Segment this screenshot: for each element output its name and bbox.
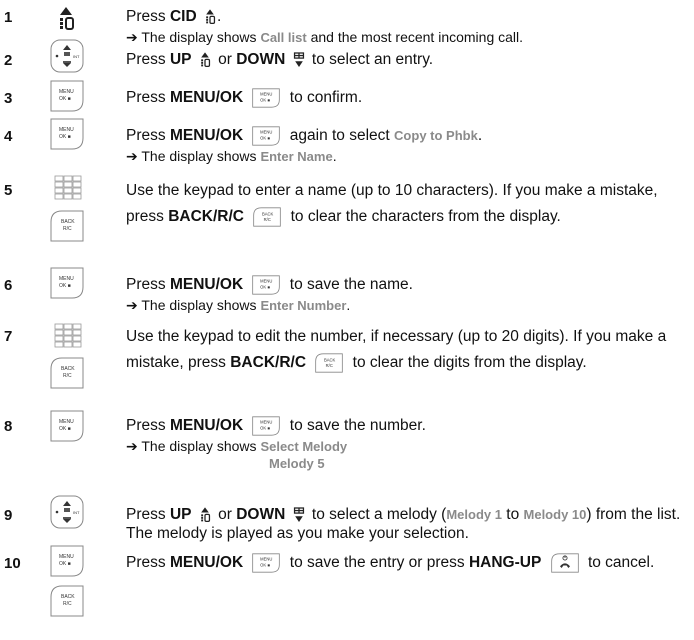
step-number: 3 — [4, 90, 13, 107]
up-icon — [198, 506, 212, 524]
svg-text:OK ■: OK ■ — [261, 284, 271, 289]
step-number: 7 — [4, 328, 13, 345]
step-9-text: Press UP or DOWN to select a melody (Mel… — [126, 506, 681, 542]
up-icon — [198, 51, 212, 69]
keypad-icon — [54, 175, 82, 201]
svg-text:OK ■: OK ■ — [261, 562, 271, 567]
svg-text:OK ■: OK ■ — [59, 134, 71, 140]
svg-text:OK ■: OK ■ — [59, 96, 71, 102]
step-number: 10 — [4, 555, 21, 572]
svg-text:MENU: MENU — [261, 557, 273, 562]
svg-text:R/C: R/C — [63, 226, 72, 232]
navigation-key-icon: INT — [50, 495, 84, 529]
svg-text:MENU: MENU — [261, 92, 273, 97]
svg-text:OK ■: OK ■ — [59, 283, 71, 289]
svg-text:R/C: R/C — [63, 601, 72, 607]
menu-ok-key-icon: MENU OK ■ — [50, 267, 84, 299]
svg-text:BACK: BACK — [262, 211, 274, 216]
hang-up-key-icon — [550, 553, 580, 573]
menu-ok-key-icon: MENU OK ■ — [251, 275, 281, 295]
svg-text:MENU: MENU — [261, 130, 273, 135]
cid-icon — [55, 6, 77, 32]
svg-text:R/C: R/C — [63, 373, 72, 379]
arrow-icon: ➔ — [126, 148, 138, 165]
back-key-icon: BACK R/C — [50, 357, 84, 389]
step-number: 4 — [4, 128, 13, 145]
svg-text:INT: INT — [73, 510, 80, 515]
navigation-key-icon: INT — [50, 39, 84, 73]
step-number: 2 — [4, 52, 13, 69]
menu-ok-key-icon: MENU OK ■ — [50, 410, 84, 442]
step-7-text: Use the keypad to edit the number, if ne… — [126, 328, 667, 373]
cid-icon — [203, 8, 217, 26]
svg-text:OK ■: OK ■ — [59, 426, 71, 432]
step-6-text: Press MENU/OK MENU OK ■ to save the name.… — [126, 275, 413, 314]
svg-text:BACK: BACK — [324, 357, 336, 362]
menu-ok-key-icon: MENU OK ■ — [50, 80, 84, 112]
arrow-icon: ➔ — [126, 297, 138, 314]
step-10-text: Press MENU/OK MENU OK ■ to save the entry… — [126, 553, 655, 573]
step-number: 1 — [4, 9, 13, 26]
step-1-text: Press CID . ➔ The display shows Call lis… — [126, 8, 524, 45]
step-2-text: Press UP or DOWN to select an entry. — [126, 51, 434, 69]
svg-text:MENU: MENU — [59, 419, 74, 425]
svg-text:MENU: MENU — [59, 554, 74, 560]
step-3-text: Press MENU/OK MENU OK ■ to confirm. — [126, 88, 363, 108]
down-icon — [292, 506, 306, 524]
menu-ok-key-icon: MENU OK ■ — [251, 126, 281, 146]
svg-text:OK ■: OK ■ — [261, 135, 271, 140]
menu-ok-key-icon: MENU OK ■ — [50, 118, 84, 150]
svg-text:MENU: MENU — [261, 420, 273, 425]
svg-text:MENU: MENU — [59, 89, 74, 95]
svg-text:MENU: MENU — [261, 279, 273, 284]
menu-ok-key-icon: MENU OK ■ — [251, 416, 281, 436]
step-4-text: Press MENU/OK MENU OK ■ again to select C… — [126, 126, 483, 165]
menu-ok-key-icon: MENU OK ■ — [251, 88, 281, 108]
back-key-icon: BACK R/C — [252, 207, 282, 227]
step-number: 5 — [4, 182, 13, 199]
keypad-icon — [54, 323, 82, 349]
back-key-icon: BACK R/C — [50, 585, 84, 617]
svg-text:OK ■: OK ■ — [59, 561, 71, 567]
step-number: 9 — [4, 507, 13, 524]
svg-text:BACK: BACK — [61, 219, 75, 225]
svg-text:MENU: MENU — [59, 276, 74, 282]
svg-text:BACK: BACK — [61, 594, 75, 600]
menu-ok-key-icon: MENU OK ■ — [50, 545, 84, 577]
arrow-icon: ➔ — [126, 438, 138, 455]
svg-text:BACK: BACK — [61, 366, 75, 372]
step-number: 6 — [4, 277, 13, 294]
step-number: 8 — [4, 418, 13, 435]
arrow-icon: ➔ — [126, 29, 138, 45]
svg-text:MENU: MENU — [59, 127, 74, 133]
svg-text:R/C: R/C — [264, 217, 271, 222]
step-5-text: Use the keypad to enter a name (up to 10… — [126, 182, 658, 227]
svg-text:OK ■: OK ■ — [261, 425, 271, 430]
back-key-icon: BACK R/C — [314, 353, 344, 373]
down-icon — [292, 51, 306, 69]
back-key-icon: BACK R/C — [50, 210, 84, 242]
svg-text:OK ■: OK ■ — [261, 97, 271, 102]
step-8-text: Press MENU/OK MENU OK ■ to save the numbe… — [126, 416, 426, 472]
svg-text:R/C: R/C — [326, 363, 333, 368]
menu-ok-key-icon: MENU OK ■ — [251, 553, 281, 573]
int-label: INT — [73, 54, 80, 59]
